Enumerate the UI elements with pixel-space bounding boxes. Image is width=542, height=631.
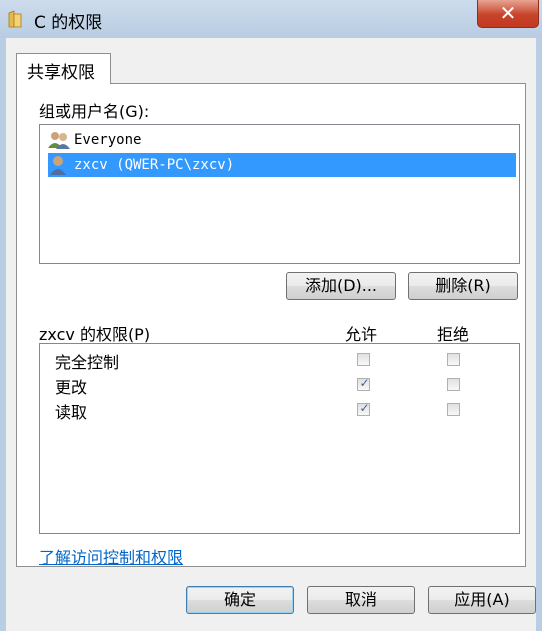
permissions-list: 完全控制 更改 ✓ 读取 ✓	[39, 343, 520, 534]
window-title: C 的权限	[34, 13, 103, 33]
title-bar[interactable]: C 的权限 ✕	[0, 0, 542, 38]
list-item-everyone[interactable]: Everyone	[48, 128, 516, 152]
user-icon	[50, 156, 66, 175]
groups-listbox[interactable]: Everyone zxcv (QWER-PC\zxcv)	[39, 124, 520, 264]
close-icon: ✕	[499, 1, 517, 25]
change-deny-checkbox[interactable]	[447, 378, 460, 391]
apply-button[interactable]: 应用(A)	[428, 586, 536, 614]
cancel-button[interactable]: 取消	[307, 586, 415, 614]
list-item-label: Everyone	[74, 132, 142, 148]
dialog-client: 共享权限 组或用户名(G): Everyone zxcv (QWER-PC\zx…	[6, 38, 536, 631]
remove-button[interactable]: 删除(R)	[408, 272, 518, 300]
tab-share-permissions[interactable]: 共享权限	[16, 53, 111, 84]
users-group-icon	[48, 132, 70, 149]
check-mark-icon: ✓	[359, 376, 370, 390]
add-button[interactable]: 添加(D)...	[286, 272, 396, 300]
ok-button[interactable]: 确定	[186, 586, 294, 614]
permission-full-control-label: 完全控制	[55, 353, 120, 372]
deny-column-header: 拒绝	[437, 325, 470, 344]
change-allow-checkbox[interactable]: ✓	[357, 376, 370, 391]
full-control-deny-checkbox[interactable]	[447, 353, 460, 366]
groups-label: 组或用户名(G):	[39, 102, 150, 121]
permission-read-label: 读取	[55, 403, 88, 422]
list-item-label: zxcv (QWER-PC\zxcv)	[74, 157, 235, 173]
check-mark-icon: ✓	[359, 401, 370, 415]
read-deny-checkbox[interactable]	[447, 403, 460, 416]
tab-label: 共享权限	[27, 63, 95, 83]
close-button[interactable]: ✕	[477, 0, 539, 28]
permissions-label: zxcv 的权限(P)	[39, 325, 151, 344]
folder-icon	[8, 10, 22, 28]
allow-column-header: 允许	[345, 325, 378, 344]
list-item-zxcv[interactable]: zxcv (QWER-PC\zxcv)	[48, 153, 516, 177]
tab-panel: 组或用户名(G): Everyone zxcv (QWER-PC\zxcv) 添…	[16, 83, 526, 567]
read-allow-checkbox[interactable]: ✓	[357, 401, 370, 416]
permission-change-label: 更改	[55, 378, 88, 397]
full-control-allow-checkbox[interactable]	[357, 353, 370, 366]
access-control-help-link[interactable]: 了解访问控制和权限	[39, 544, 183, 568]
